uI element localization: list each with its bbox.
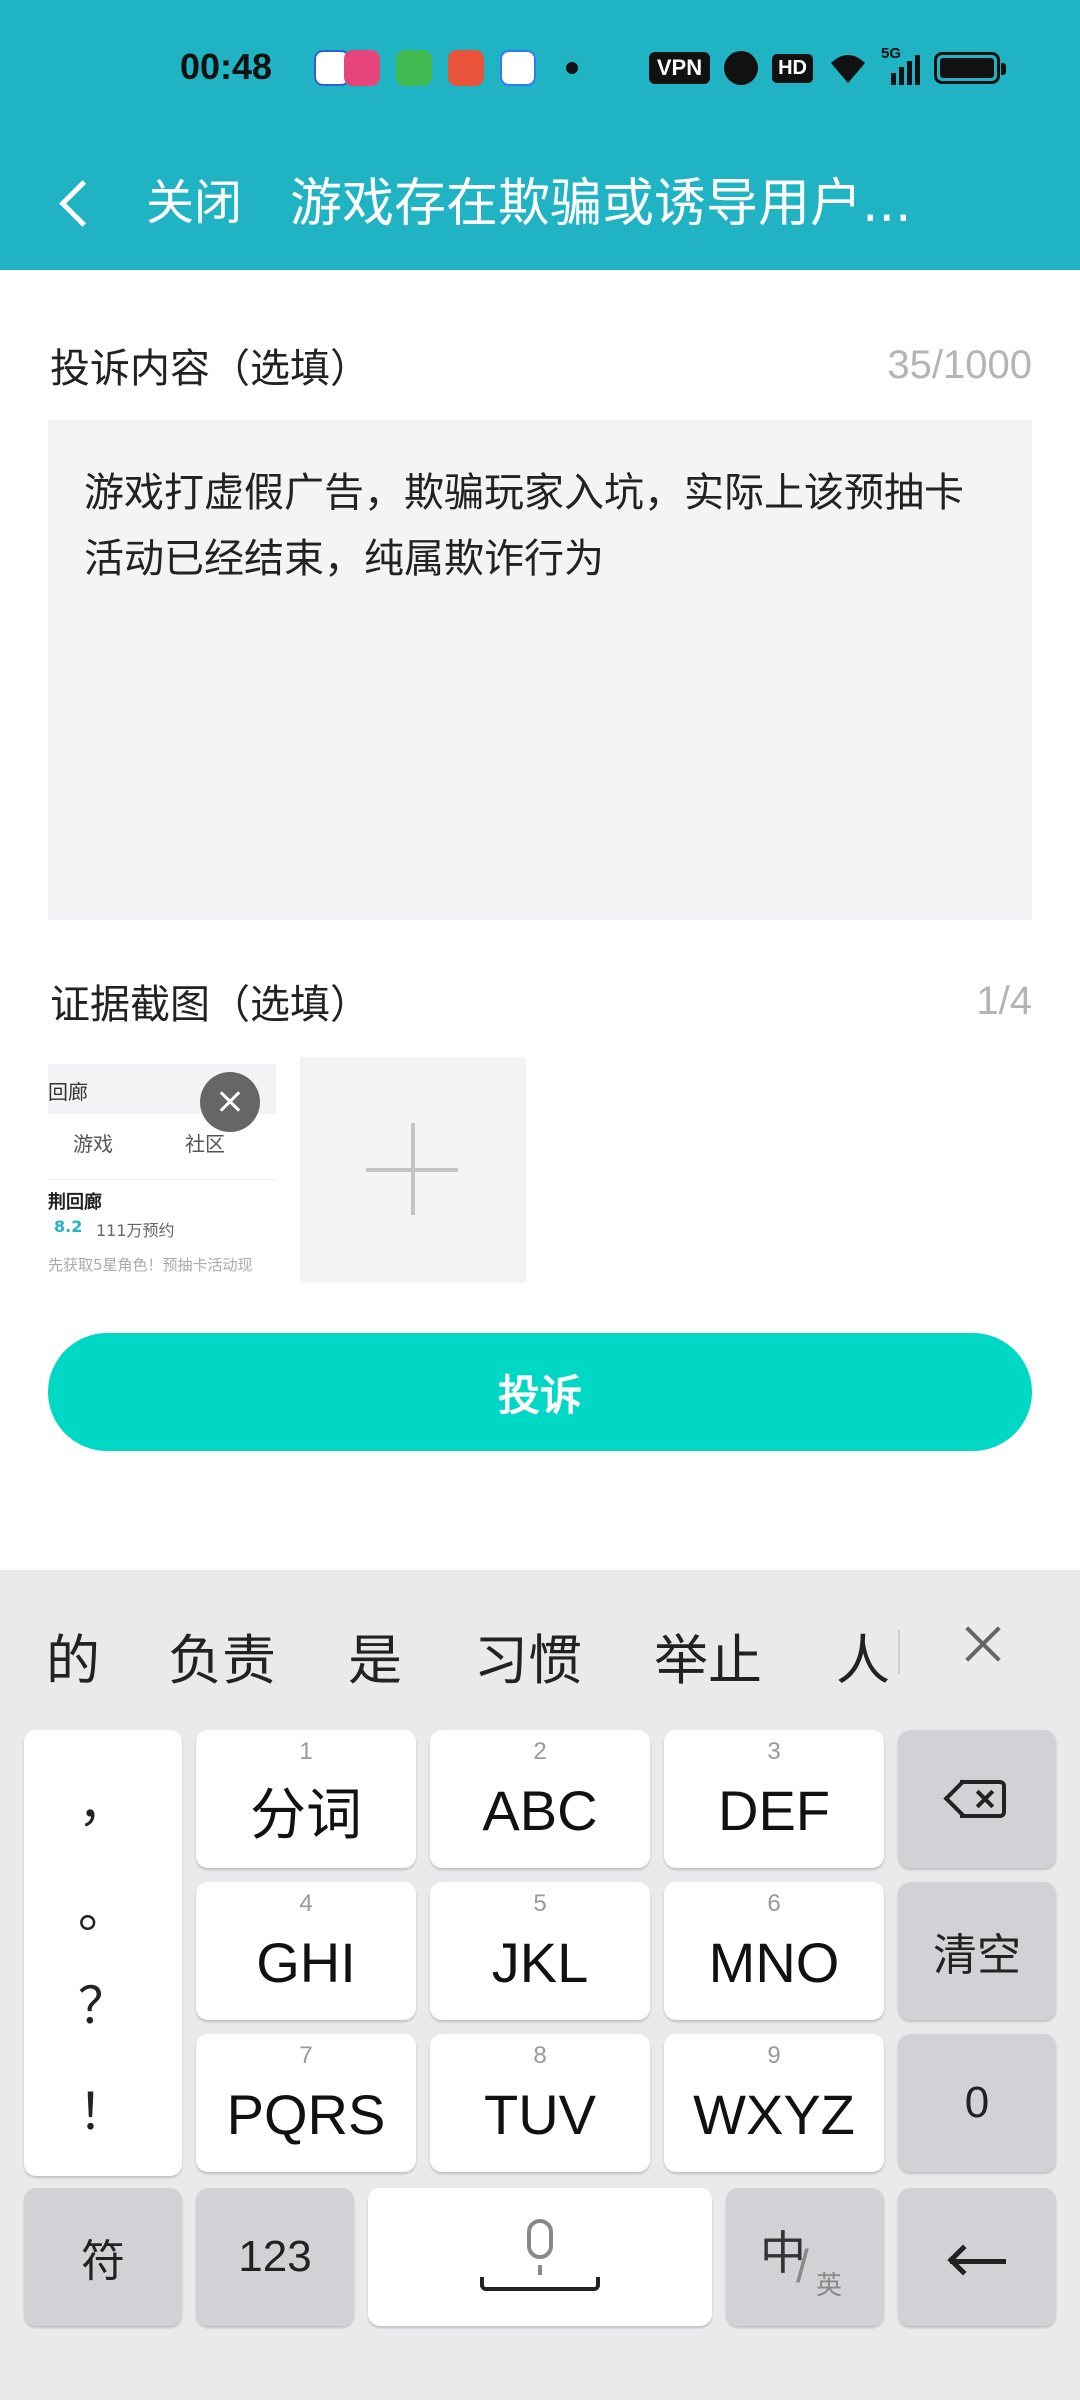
evidence-label-row: 证据截图（选填） 1/4 bbox=[50, 972, 1032, 1030]
page-title: 游戏存在欺骗或诱导用户... bbox=[290, 174, 912, 234]
thumbnail-app-name: 荆回廊 bbox=[48, 1192, 102, 1213]
candidate-word[interactable]: 负责 bbox=[168, 1616, 276, 1695]
thumbnail-tab-community: 社区 bbox=[185, 1132, 225, 1156]
microphone-icon bbox=[527, 2219, 553, 2259]
complaint-text: 游戏打虚假广告，欺骗玩家入坑，实际上该预抽卡活动已经结束，纯属欺诈行为 bbox=[84, 470, 964, 582]
thumbnail-description: 先获取5星角色！预抽卡活动现 bbox=[48, 1256, 253, 1274]
close-candidates-icon[interactable] bbox=[958, 1614, 1008, 1674]
backspace-key[interactable] bbox=[898, 1730, 1056, 1868]
complaint-counter: 35/1000 bbox=[887, 342, 1032, 387]
candidate-word[interactable]: 习惯 bbox=[474, 1616, 582, 1695]
numeric-key[interactable]: 123 bbox=[196, 2188, 354, 2326]
punct-question[interactable]: ？ bbox=[24, 1966, 182, 2038]
back-icon[interactable] bbox=[52, 163, 100, 239]
thumbnail-title: 回廊 bbox=[48, 1080, 88, 1104]
close-button[interactable]: 关闭 bbox=[146, 163, 242, 233]
bilibili-icon bbox=[344, 50, 380, 86]
key-7[interactable]: 7 PQRS bbox=[196, 2034, 416, 2172]
key-1[interactable]: 1 分词 bbox=[196, 1730, 416, 1868]
zero-key[interactable]: 0 bbox=[898, 2034, 1056, 2172]
vpn-icon: VPN bbox=[648, 52, 711, 84]
key-9[interactable]: 9 WXYZ bbox=[664, 2034, 884, 2172]
enter-icon bbox=[946, 2237, 1008, 2277]
more-notifications-icon bbox=[566, 62, 578, 74]
candidate-word[interactable]: 人 bbox=[836, 1616, 890, 1695]
complaint-textarea[interactable]: 游戏打虚假广告，欺骗玩家入坑，实际上该预抽卡活动已经结束，纯属欺诈行为 bbox=[48, 420, 1032, 920]
complaint-label-row: 投诉内容（选填） 35/1000 bbox=[50, 336, 1032, 394]
submit-complaint-button[interactable]: 投诉 bbox=[48, 1333, 1032, 1451]
candidate-word[interactable]: 的 bbox=[46, 1616, 100, 1695]
hd-icon: HD bbox=[772, 53, 813, 83]
signal-icon: 5G bbox=[881, 45, 920, 85]
status-bar: 00:48 VPN HD 5G bbox=[0, 0, 1080, 135]
candidate-bar: 的 负责 是 习惯 举止 人 bbox=[0, 1570, 1080, 1730]
candidate-word[interactable]: 举止 bbox=[654, 1616, 762, 1695]
status-time: 00:48 bbox=[180, 46, 273, 87]
complaint-label: 投诉内容（选填） bbox=[50, 346, 370, 392]
wifi-icon bbox=[831, 55, 865, 83]
evidence-counter: 1/4 bbox=[976, 978, 1032, 1023]
space-icon bbox=[480, 2277, 600, 2291]
browser-icon bbox=[500, 50, 536, 86]
top-bar: 00:48 VPN HD 5G 关闭 游戏存在欺骗或诱导用户... bbox=[0, 0, 1080, 270]
key-4[interactable]: 4 GHI bbox=[196, 1882, 416, 2020]
space-key[interactable] bbox=[368, 2188, 712, 2326]
key-8[interactable]: 8 TUV bbox=[430, 2034, 650, 2172]
add-screenshot-button[interactable] bbox=[300, 1057, 526, 1283]
thumbnail-tab-game: 游戏 bbox=[73, 1132, 113, 1156]
evidence-label: 证据截图（选填） bbox=[50, 982, 370, 1028]
key-5[interactable]: 5 JKL bbox=[430, 1882, 650, 2020]
punct-exclamation[interactable]: ！ bbox=[24, 2072, 182, 2144]
status-indicators: VPN HD 5G bbox=[648, 45, 1006, 88]
symbol-key[interactable]: 符 bbox=[24, 2188, 182, 2326]
alarm-icon bbox=[724, 51, 759, 85]
keyboard: 的 负责 是 习惯 举止 人 ， 。 ？ ！ 1 分词 2 ABC 3 DEF … bbox=[0, 1570, 1080, 2400]
remove-screenshot-button[interactable] bbox=[200, 1072, 260, 1132]
backspace-icon bbox=[943, 1779, 1006, 1818]
game-app-icon bbox=[448, 50, 484, 86]
battery-icon bbox=[934, 52, 1006, 84]
thumbnail-reservations: 111万预约 bbox=[96, 1221, 175, 1240]
nav-bar: 关闭 游戏存在欺骗或诱导用户... bbox=[0, 135, 1080, 270]
clear-key[interactable]: 清空 bbox=[898, 1882, 1056, 2020]
key-6[interactable]: 6 MNO bbox=[664, 1882, 884, 2020]
messages-icon bbox=[396, 50, 432, 86]
key-3[interactable]: 3 DEF bbox=[664, 1730, 884, 1868]
enter-key[interactable] bbox=[898, 2188, 1056, 2326]
thumbnail-rating: 8.2 bbox=[54, 1217, 83, 1236]
candidate-word[interactable]: 是 bbox=[348, 1616, 402, 1695]
key-2[interactable]: 2 ABC bbox=[430, 1730, 650, 1868]
punct-comma[interactable]: ， bbox=[24, 1764, 182, 1836]
punctuation-column[interactable]: ， 。 ？ ！ bbox=[24, 1730, 182, 2176]
punct-period[interactable]: 。 bbox=[24, 1870, 182, 1942]
language-switch-key[interactable]: 中 / 英 bbox=[726, 2188, 884, 2326]
network-type-label: 5G bbox=[881, 45, 902, 62]
